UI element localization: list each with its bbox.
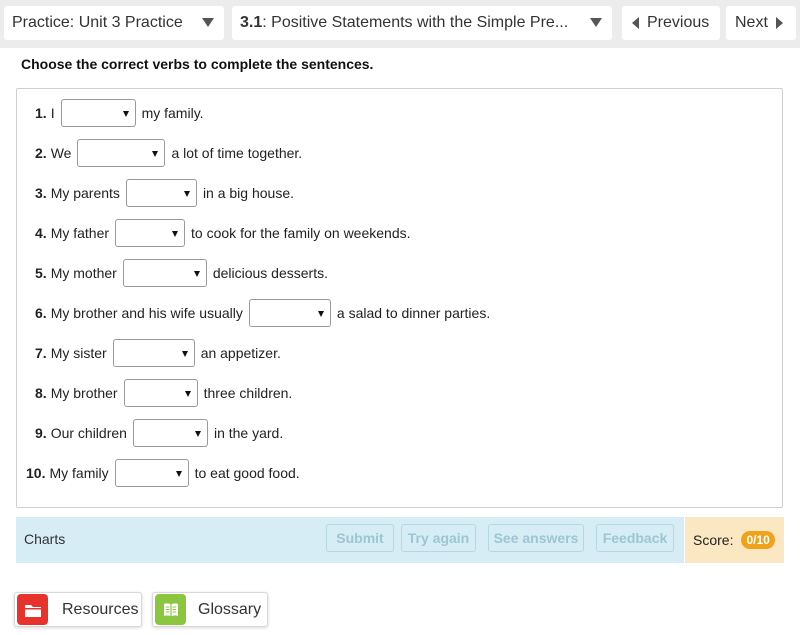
question-row: 6. My brother and his wife usually a sal… [35, 299, 490, 327]
question-number: 3. [35, 185, 47, 201]
question-row: 9. Our children in the yard. [35, 419, 283, 447]
dropdown-arrow-icon [202, 18, 214, 27]
question-text-after: a salad to dinner parties. [336, 305, 491, 321]
score-badge: 0/10 [741, 531, 775, 549]
question-text-before: Our children [50, 425, 127, 441]
answer-dropdown-6[interactable] [248, 299, 331, 327]
question-row: 7. My sister an appetizer. [35, 339, 281, 367]
practice-selector-label: Practice: Unit 3 Practice [12, 14, 183, 31]
question-text-after: to cook for the family on weekends. [191, 225, 411, 241]
question-number: 1. [35, 105, 47, 121]
question-row: 5. My mother delicious desserts. [35, 259, 328, 287]
question-row: 4. My father to cook for the family on w… [35, 219, 411, 247]
question-number: 8. [35, 385, 47, 401]
folder-icon [17, 594, 48, 625]
question-row: 8. My brother three children. [35, 379, 292, 407]
question-text-before: My brother [50, 385, 118, 401]
lesson-selector[interactable]: 3.1: Positive Statements with the Simple… [232, 6, 612, 40]
answer-dropdown-4[interactable] [115, 219, 186, 247]
answer-dropdown-1[interactable] [60, 99, 136, 127]
lesson-title: : Positive Statements with the Simple Pr… [262, 14, 569, 31]
next-button[interactable]: Next [726, 6, 796, 40]
score-panel: Score: 0/10 [685, 517, 784, 563]
question-text-before: My parents [50, 185, 120, 201]
question-text-after: three children. [203, 385, 293, 401]
question-number: 10. [26, 465, 46, 481]
try-again-button[interactable]: Try again [401, 524, 476, 552]
feedback-button[interactable]: Feedback [596, 524, 674, 552]
navigation-bar: Practice: Unit 3 Practice 3.1: Positive … [0, 0, 800, 48]
previous-label: Previous [647, 14, 710, 31]
arrow-left-icon [632, 17, 639, 29]
instruction-text: Choose the correct verbs to complete the… [21, 56, 374, 72]
question-text-after: in a big house. [202, 185, 295, 201]
question-text-before: My family [49, 465, 109, 481]
glossary-button[interactable]: Glossary [152, 592, 268, 627]
answer-dropdown-3[interactable] [125, 179, 197, 207]
answer-dropdown-10[interactable] [114, 459, 189, 487]
question-row: 2. We a lot of time together. [35, 139, 302, 167]
question-number: 4. [35, 225, 47, 241]
action-bar: Charts Submit Try again See answers Feed… [16, 517, 684, 563]
glossary-label: Glossary [198, 600, 262, 618]
answer-dropdown-8[interactable] [123, 379, 198, 407]
score-label: Score: [693, 532, 734, 548]
see-answers-button[interactable]: See answers [488, 524, 584, 552]
question-number: 7. [35, 345, 47, 361]
lesson-selector-label: 3.1: Positive Statements with the Simple… [232, 14, 568, 32]
question-row: 3. My parents in a big house. [35, 179, 294, 207]
question-text-before: I [50, 105, 55, 121]
charts-link[interactable]: Charts [24, 531, 65, 547]
question-text-after: in the yard. [213, 425, 284, 441]
resources-button[interactable]: Resources [14, 592, 142, 627]
question-text-after: my family. [141, 105, 204, 121]
arrow-right-icon [775, 17, 783, 29]
question-text-before: My mother [50, 265, 117, 281]
practice-selector[interactable]: Practice: Unit 3 Practice [4, 6, 224, 40]
question-text-after: to eat good food. [194, 465, 300, 481]
answer-dropdown-5[interactable] [122, 259, 207, 287]
previous-button[interactable]: Previous [622, 6, 720, 40]
question-number: 2. [35, 145, 47, 161]
next-label: Next [735, 14, 768, 31]
book-icon [155, 594, 186, 625]
lesson-number: 3.1 [240, 14, 263, 31]
resources-label: Resources [62, 600, 139, 618]
question-text-after: delicious desserts. [212, 265, 328, 281]
answer-dropdown-2[interactable] [77, 139, 166, 167]
question-text-before: We [50, 145, 72, 161]
question-text-before: My sister [50, 345, 107, 361]
question-text-before: My father [50, 225, 110, 241]
question-number: 5. [35, 265, 47, 281]
question-text-after: a lot of time together. [171, 145, 303, 161]
question-number: 6. [35, 305, 47, 321]
submit-button[interactable]: Submit [326, 524, 394, 552]
question-number: 9. [35, 425, 47, 441]
answer-dropdown-7[interactable] [112, 339, 195, 367]
question-row: 1. I my family. [35, 99, 204, 127]
question-panel: 1. I my family. 2. We a lot of time toge… [16, 88, 783, 508]
question-text-before: My brother and his wife usually [50, 305, 243, 321]
answer-dropdown-9[interactable] [132, 419, 208, 447]
question-text-after: an appetizer. [200, 345, 281, 361]
question-row: 10. My family to eat good food. [26, 459, 300, 487]
dropdown-arrow-icon [590, 18, 602, 27]
